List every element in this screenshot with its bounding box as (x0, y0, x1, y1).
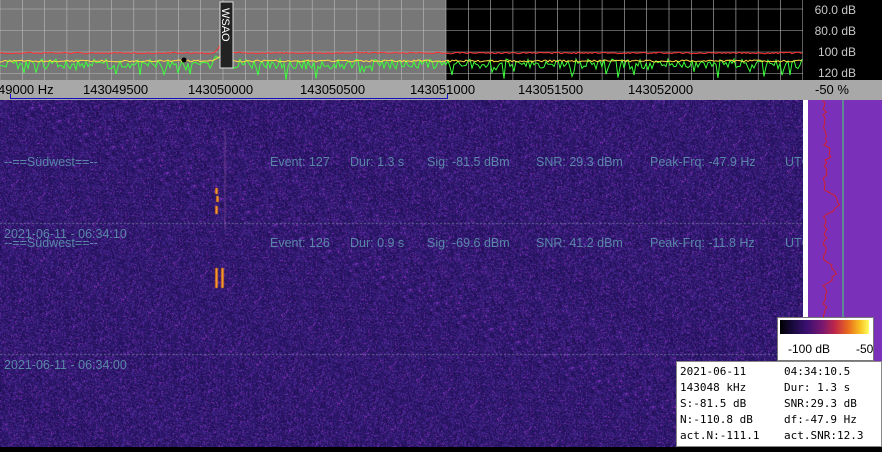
info-dur: Dur: 1.3 s (784, 381, 851, 394)
timestamp-label: 2021-06-11 - 06:34:00 (4, 358, 127, 372)
zoom-label: -50 % (815, 82, 849, 97)
info-date: 2021-06-11 (680, 365, 747, 378)
freq-label: 143051500 (518, 82, 584, 97)
info-act-snr: act.SNR:12.3 (784, 429, 864, 442)
cursor-dot (181, 57, 187, 63)
db-label: 100 dB (817, 45, 856, 59)
freq-label: 143052000 (628, 82, 694, 97)
event-signal: Sig: -69.6 dBm (427, 236, 510, 250)
info-noise: N:-110.8 dB (680, 413, 753, 426)
event-duration: Dur: 0.9 s (350, 236, 405, 250)
spectrum-display[interactable]: WSAO (0, 0, 804, 80)
info-time: 04:34:10.5 (784, 365, 851, 378)
color-max-label: -50 (856, 342, 874, 356)
event-station: --==Südwest==-- (4, 236, 98, 250)
event-peak-freq: Peak-Frq: -47.9 Hz (650, 155, 756, 169)
color-scale: -100 dB -50 (777, 317, 874, 361)
info-signal: S:-81.5 dB (680, 397, 747, 410)
info-snr: SNR:29.3 dB (784, 397, 857, 410)
event-snr: SNR: 29.3 dBm (536, 155, 623, 169)
zoom-control[interactable]: -50 % (803, 80, 882, 100)
color-min-label: -100 dB (788, 342, 831, 356)
event-duration: Dur: 1.3 s (350, 155, 405, 169)
spectrum-plot: WSAO (0, 0, 804, 80)
event-info-box: 2021-06-11 04:34:10.5 143048 kHz Dur: 1.… (676, 361, 882, 447)
info-act-noise: act.N:-111.1 (680, 429, 760, 442)
frequency-axis[interactable]: 49000 Hz 143049500 143050000 143050500 1… (0, 80, 803, 100)
event-station: --==Südwest==-- (4, 155, 98, 169)
zoom-range-bracket[interactable] (10, 94, 448, 99)
color-gradient (780, 320, 869, 334)
event-number: Event: 127 (270, 155, 330, 169)
signal-marker-label: WSAO (219, 8, 231, 42)
db-scale: 60.0 dB 80.0 dB 100 dB 120 dB (803, 0, 882, 80)
db-label: 60.0 dB (814, 3, 856, 17)
event-snr: SNR: 41.2 dBm (536, 236, 623, 250)
db-label: 80.0 dB (814, 24, 856, 38)
info-freq: 143048 kHz (680, 381, 747, 394)
event-peak-freq: Peak-Frq: -11.8 Hz (650, 236, 755, 250)
event-number: Event: 126 (270, 236, 330, 250)
info-df: df:-47.9 Hz (784, 413, 857, 426)
db-label: 120 dB (817, 66, 856, 80)
event-signal: Sig: -81.5 dBm (427, 155, 510, 169)
